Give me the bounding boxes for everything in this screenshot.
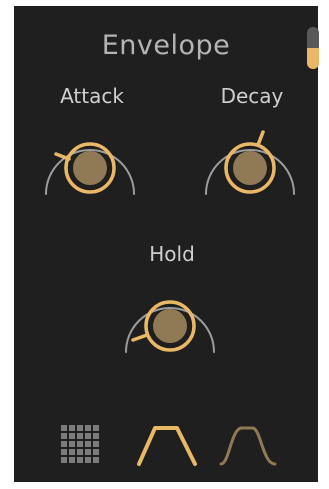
grid-icon-cell bbox=[93, 433, 99, 439]
grid-icon-cell bbox=[77, 433, 83, 439]
grid-icon-cell bbox=[69, 441, 75, 447]
decay-label: Decay bbox=[220, 84, 284, 108]
grid-icon-cell bbox=[85, 457, 91, 463]
hold-knob[interactable] bbox=[118, 268, 222, 370]
grid-icon-cell bbox=[85, 425, 91, 431]
envelope-panel: Envelope Attack Decay Hold bbox=[14, 6, 319, 482]
decay-knob[interactable] bbox=[198, 110, 302, 212]
grid-icon-cell bbox=[61, 433, 67, 439]
grid-icon-cell bbox=[77, 457, 83, 463]
decay-knob-indicator bbox=[256, 130, 265, 147]
grid-icon-cell bbox=[69, 425, 75, 431]
linear-envelope-icon[interactable] bbox=[135, 420, 201, 470]
grid-icon-cell bbox=[61, 449, 67, 455]
curved-envelope-icon[interactable] bbox=[217, 420, 281, 470]
panel-title: Envelope bbox=[101, 30, 231, 61]
grid-icon-cell bbox=[61, 441, 67, 447]
grid-icon-cell bbox=[61, 425, 67, 431]
attack-knob-indicator bbox=[54, 152, 71, 161]
grid-icon-cell bbox=[77, 425, 83, 431]
grid-icon-cell bbox=[77, 441, 83, 447]
grid-icon-cell bbox=[69, 457, 75, 463]
grid-icon-cell bbox=[85, 433, 91, 439]
grid-icon[interactable] bbox=[60, 424, 102, 464]
attack-label: Attack bbox=[60, 84, 124, 108]
grid-icon-cell bbox=[93, 457, 99, 463]
grid-icon-cell bbox=[85, 449, 91, 455]
grid-icon-cell bbox=[77, 449, 83, 455]
hold-knob-indicator bbox=[131, 333, 149, 342]
grid-icon-cell bbox=[93, 449, 99, 455]
grid-icon-cell bbox=[69, 449, 75, 455]
envelope-toggle[interactable] bbox=[307, 27, 319, 69]
hold-label: Hold bbox=[149, 242, 195, 266]
grid-icon-cell bbox=[85, 441, 91, 447]
grid-icon-cell bbox=[69, 433, 75, 439]
hold-knob-cap bbox=[153, 309, 187, 343]
attack-knob-cap bbox=[73, 151, 107, 185]
decay-knob-cap bbox=[233, 151, 267, 185]
grid-icon-cell bbox=[93, 441, 99, 447]
toggle-fill bbox=[307, 48, 319, 69]
grid-icon-cell bbox=[93, 425, 99, 431]
grid-icon-cell bbox=[61, 457, 67, 463]
attack-knob[interactable] bbox=[38, 110, 142, 212]
